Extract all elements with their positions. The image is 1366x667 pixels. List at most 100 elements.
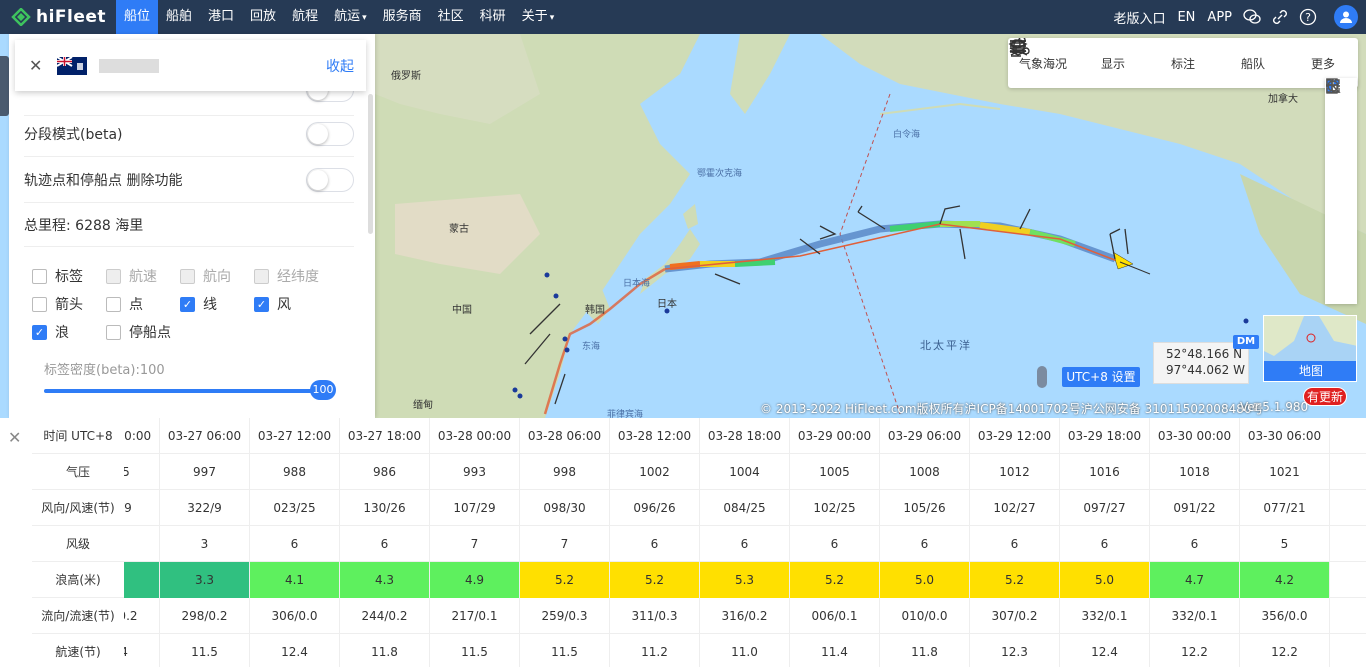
nav-item-2[interactable]: 港口 — [200, 0, 242, 34]
weather-cell: 102/27 — [970, 489, 1060, 526]
display-tool-button[interactable]: 显示 — [1008, 38, 1148, 88]
nav-item-5[interactable]: 航运 ▾ — [326, 0, 375, 34]
nav-item-3[interactable]: 回放 — [242, 0, 284, 34]
weather-cell: 03-27 00:00 — [124, 418, 160, 454]
weather-cell: 1004 — [700, 453, 790, 490]
close-icon[interactable]: ✕ — [29, 56, 45, 75]
map-label-philippine-sea: 菲律宾海 — [607, 410, 644, 418]
brand-name: hiFleet — [36, 7, 107, 27]
utc-settings-button[interactable]: UTC+8 设置 — [1062, 367, 1140, 387]
panel-divider — [24, 156, 354, 157]
update-badge[interactable]: 有更新 — [1303, 387, 1347, 406]
weather-columns: 03-27 00:0003-27 06:0003-27 12:0003-27 1… — [124, 418, 1366, 667]
weather-cell: 1016 — [1060, 453, 1150, 490]
help-icon[interactable]: ? — [1298, 7, 1318, 27]
user-avatar[interactable] — [1334, 5, 1358, 29]
weather-cell: 006/0.1 — [790, 597, 880, 634]
nav-item-7[interactable]: 社区 — [430, 0, 472, 34]
map-label-korea: 韩国 — [585, 305, 605, 316]
checkmark-icon: ✓ — [180, 296, 195, 312]
copyright-text: © 2013-2022 HiFleet.com版权所有沪ICP备14001702… — [760, 402, 1264, 416]
delete-func-toggle[interactable] — [306, 168, 354, 192]
track-settings-panel: 分段模式(beta) 轨迹点和停船点 删除功能 总里程: 6288 海里 标签 航… — [9, 34, 375, 418]
checkbox-row: ✓ 浪停船点 — [32, 322, 180, 342]
checkbox-7[interactable]: ✓ 风 — [254, 294, 328, 314]
checkbox-3: 经纬度 — [254, 266, 328, 286]
checkbox-8[interactable]: ✓ 浪 — [32, 322, 106, 342]
close-icon[interactable]: ✕ — [8, 428, 21, 447]
flag-icon — [57, 56, 87, 75]
nav-item-6[interactable]: 服务商 — [375, 0, 430, 34]
link-icon[interactable] — [1270, 7, 1290, 27]
checkbox-label: 线 — [203, 297, 217, 313]
weather-cell: 298/0.2 — [160, 597, 250, 634]
collapse-link[interactable]: 收起 — [326, 56, 354, 76]
language-switch[interactable]: EN — [1177, 10, 1195, 25]
panel-scrollbar[interactable] — [368, 94, 373, 234]
fleet-tool-button[interactable]: 船队 — [1010, 38, 1288, 88]
weather-row-beaufort: 33667766666665 — [124, 525, 1366, 562]
weather-row-speed: 12.411.512.411.811.511.511.211.011.411.8… — [124, 633, 1366, 667]
old-version-link[interactable]: 老版入口 — [1113, 8, 1165, 27]
checkbox-0[interactable]: 标签 — [32, 266, 106, 286]
checkbox-9[interactable]: 停船点 — [106, 322, 180, 342]
map-label-okhotsk: 鄂霍次克海 — [697, 169, 743, 179]
weather-cell: 077/21 — [1240, 489, 1330, 526]
map-label-east-sea: 东海 — [582, 342, 601, 352]
weather-row-wind: 110/9322/9023/25130/26107/29098/30096/26… — [124, 489, 1366, 526]
weather-cell: 5.2 — [970, 561, 1060, 598]
label-density-handle[interactable]: 100 — [310, 380, 336, 400]
map-side-toolbar — [1325, 78, 1357, 304]
label-density-slider[interactable] — [44, 389, 334, 393]
weather-cell: 091/22 — [1150, 489, 1240, 526]
map-label-bering: 白令海 — [893, 130, 921, 140]
map-label-japan-sea: 日本海 — [623, 279, 651, 289]
chevron-down-icon: ▾ — [549, 13, 555, 23]
minimap[interactable]: 地图 — [1263, 315, 1357, 382]
mark-tool-label: 标注 — [1170, 56, 1195, 71]
nav-item-label: 航程 — [292, 9, 319, 24]
total-distance: 总里程: 6288 海里 — [24, 218, 144, 234]
map-scroll-handle[interactable] — [1037, 366, 1047, 388]
checkbox-box — [32, 296, 47, 312]
nav-item-1[interactable]: 船舶 — [158, 0, 200, 34]
segment-mode-toggle[interactable] — [306, 122, 354, 146]
weather-cell: 6 — [1060, 525, 1150, 562]
panel-divider — [24, 246, 354, 247]
main-nav: 船位 船舶 港口 回放 航程 航运 ▾ 服务商 社区 科研 关于 ▾ — [116, 0, 562, 34]
minimap-label: 地图 — [1264, 361, 1356, 381]
checkbox-box — [106, 324, 121, 340]
mark-tool-button[interactable]: 标注 — [1011, 38, 1218, 88]
weather-cell: 356/0.0 — [1240, 597, 1330, 634]
weather-cell: 6 — [1150, 525, 1240, 562]
weather-cell: 4.9 — [430, 561, 520, 598]
checkbox-6[interactable]: ✓ 线 — [180, 294, 254, 314]
weather-cell: 986 — [340, 453, 430, 490]
app-link[interactable]: APP — [1207, 10, 1232, 25]
row-label: 航速(节) — [32, 634, 124, 667]
checkbox-5[interactable]: 点 — [106, 294, 180, 314]
checkbox-label: 经纬度 — [277, 269, 319, 285]
wechat-icon[interactable] — [1242, 7, 1262, 27]
nav-item-8[interactable]: 科研 — [472, 0, 514, 34]
weather-cell: 03-27 06:00 — [160, 418, 250, 454]
brand-logo[interactable]: hiFleet — [0, 0, 116, 34]
nav-item-0[interactable]: 船位 — [116, 0, 159, 34]
dm-format-toggle[interactable]: DM — [1233, 335, 1259, 349]
weather-cell: 5.0 — [880, 561, 970, 598]
checkbox-label: 箭头 — [55, 297, 83, 313]
weather-cell: 03-28 06:00 — [520, 418, 610, 454]
nav-item-4[interactable]: 航程 — [284, 0, 326, 34]
weather-cell: 6 — [340, 525, 430, 562]
display-tool-label: 显示 — [1100, 56, 1125, 71]
weather-cell: 084/25 — [700, 489, 790, 526]
weather-cell: 5.2 — [790, 561, 880, 598]
weather-cell: 332/0.1 — [1150, 597, 1240, 634]
weather-cell: 998 — [520, 453, 610, 490]
weather-cell: 03-29 00:00 — [790, 418, 880, 454]
weather-cell: 1002 — [610, 453, 700, 490]
weather-cell: 1021 — [1240, 453, 1330, 490]
panel-edge-handle[interactable] — [0, 56, 9, 116]
checkbox-4[interactable]: 箭头 — [32, 294, 106, 314]
nav-item-9[interactable]: 关于 ▾ — [514, 0, 563, 34]
